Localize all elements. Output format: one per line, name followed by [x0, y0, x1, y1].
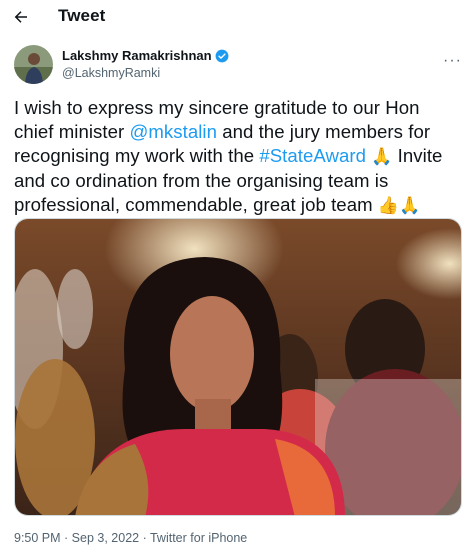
- author-handle[interactable]: @LakshmyRamki: [62, 66, 160, 80]
- top-bar: Tweet: [0, 0, 474, 34]
- folded-hands-emoji: 🙏: [371, 147, 393, 167]
- arrow-left-icon: [14, 11, 27, 23]
- tweet-meta: 9:50 PM · Sep 3, 2022 · Twitter for iPho…: [14, 531, 247, 545]
- tweet-time[interactable]: 9:50 PM: [14, 531, 61, 545]
- meta-separator: ·: [60, 531, 72, 545]
- hashtag-link[interactable]: #StateAward: [259, 145, 366, 166]
- back-button[interactable]: [10, 6, 32, 28]
- photo-image: [15, 219, 461, 515]
- mention-link[interactable]: @mkstalin: [129, 121, 217, 142]
- author-name-text: Lakshmy Ramakrishnan: [62, 48, 212, 63]
- thumbs-up-emoji: 👍🙏: [377, 196, 421, 216]
- meta-separator-2: ·: [139, 531, 150, 545]
- more-icon[interactable]: ···: [443, 52, 462, 70]
- verified-badge-icon: [215, 49, 228, 62]
- tweet-text: I wish to express my sincere gratitude t…: [14, 96, 464, 218]
- tweet-photo[interactable]: [14, 218, 462, 516]
- tweet-source[interactable]: Twitter for iPhone: [150, 531, 247, 545]
- page-title: Tweet: [58, 6, 106, 25]
- tweet-date[interactable]: Sep 3, 2022: [72, 531, 139, 545]
- author-name[interactable]: Lakshmy Ramakrishnan: [62, 48, 229, 63]
- avatar[interactable]: [14, 45, 53, 84]
